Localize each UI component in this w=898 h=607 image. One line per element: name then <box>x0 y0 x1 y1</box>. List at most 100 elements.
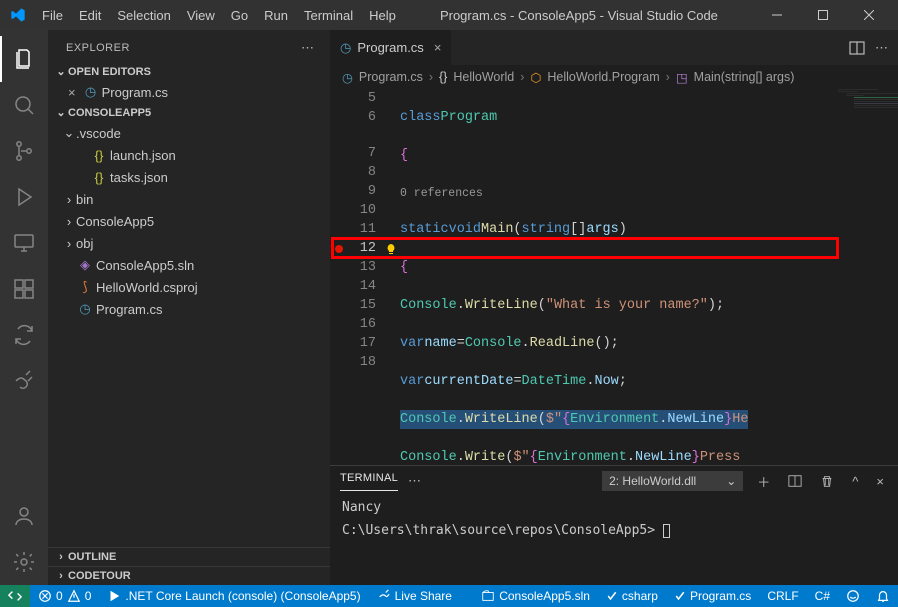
chevron-right-icon: › <box>54 551 68 563</box>
csharp-file-icon: ◷ <box>340 40 351 56</box>
workspace-section[interactable]: ⌄ CONSOLEAPP5 <box>48 103 330 122</box>
menu-edit[interactable]: Edit <box>71 4 109 27</box>
activity-source-control-icon[interactable] <box>0 128 48 174</box>
namespace-icon: {} <box>439 70 447 84</box>
terminal-tab[interactable]: TERMINAL <box>340 472 398 491</box>
menu-terminal[interactable]: Terminal <box>296 4 361 27</box>
chevron-down-icon: ⌄ <box>54 65 68 78</box>
liveshare-item[interactable]: Live Share <box>369 585 460 607</box>
activity-run-debug-icon[interactable] <box>0 174 48 220</box>
json-file-icon: {} <box>90 170 108 185</box>
menu-view[interactable]: View <box>179 4 223 27</box>
terminal-line: Nancy <box>342 500 886 515</box>
chevron-right-icon: › <box>62 192 76 207</box>
solution-item[interactable]: ConsoleApp5.sln <box>473 589 598 603</box>
status-bar: 0 0 .NET Core Launch (console) (ConsoleA… <box>0 585 898 607</box>
tree-file-launch-json[interactable]: {}launch.json <box>48 144 330 166</box>
tree-file-tasks-json[interactable]: {}tasks.json <box>48 166 330 188</box>
terminal-panel: TERMINAL ⋯ 2: HelloWorld.dll ⌄ ＋ ^ × Nan… <box>330 465 898 585</box>
breadcrumbs[interactable]: ◷ Program.cs› {} HelloWorld› ⬡ HelloWorl… <box>330 65 898 89</box>
panel-more-icon[interactable]: ⋯ <box>408 473 421 489</box>
tree-file-csproj[interactable]: ⟆HelloWorld.csproj <box>48 276 330 298</box>
tree-folder-bin[interactable]: ›bin <box>48 188 330 210</box>
breakpoint-icon[interactable] <box>330 239 348 258</box>
debug-config-item[interactable]: .NET Core Launch (console) (ConsoleApp5) <box>99 585 368 607</box>
close-tab-icon[interactable]: × <box>434 40 442 55</box>
chevron-right-icon: › <box>54 570 68 582</box>
terminal-line: C:\Users\thrak\source\repos\ConsoleApp5> <box>342 523 886 538</box>
tree-file-program-cs[interactable]: ◷Program.cs <box>48 298 330 320</box>
activity-settings-icon[interactable] <box>0 539 48 585</box>
title-bar: File Edit Selection View Go Run Terminal… <box>0 0 898 30</box>
codelens-references[interactable]: 0 references <box>400 184 483 201</box>
file-tree: ⌄.vscode {}launch.json {}tasks.json ›bin… <box>48 122 330 320</box>
code-editor[interactable]: 5 6 7 8 9 10 11 12 13 14 15 16 17 18 cla… <box>330 89 898 465</box>
feedback-icon[interactable] <box>838 589 868 603</box>
terminal-selector[interactable]: 2: HelloWorld.dll ⌄ <box>602 471 743 491</box>
close-panel-button[interactable]: × <box>872 472 888 491</box>
chevron-right-icon: › <box>62 236 76 251</box>
open-editors-section[interactable]: ⌄ OPEN EDITORS <box>48 62 330 81</box>
tree-folder-vscode[interactable]: ⌄.vscode <box>48 122 330 144</box>
activity-account-icon[interactable] <box>0 493 48 539</box>
language-server-item[interactable]: csharp <box>598 589 666 603</box>
split-terminal-button[interactable] <box>784 472 806 490</box>
eol-item[interactable]: CRLF <box>759 589 806 603</box>
open-editor-item[interactable]: × ◷ Program.cs <box>48 81 330 103</box>
sidebar-title: EXPLORER <box>66 42 295 54</box>
language-mode-item[interactable]: C# <box>807 589 838 603</box>
csharp-file-icon: ◷ <box>76 301 94 317</box>
window-minimize-button[interactable] <box>754 0 800 30</box>
tree-folder-obj[interactable]: ›obj <box>48 232 330 254</box>
activity-bar <box>0 30 48 585</box>
problems-indicator[interactable]: 0 0 <box>30 585 99 607</box>
editor-more-icon[interactable]: ⋯ <box>875 40 888 56</box>
sidebar-more-button[interactable]: ⋯ <box>295 38 320 58</box>
lightbulb-icon[interactable] <box>382 239 400 258</box>
chevron-down-icon: ⌄ <box>62 125 76 141</box>
activity-sync-icon[interactable] <box>0 312 48 358</box>
tree-folder-consoleapp5[interactable]: ›ConsoleApp5 <box>48 210 330 232</box>
notifications-icon[interactable] <box>868 589 898 603</box>
terminal-body[interactable]: Nancy C:\Users\thrak\source\repos\Consol… <box>330 496 898 585</box>
terminal-cursor <box>663 524 670 538</box>
menu-selection[interactable]: Selection <box>109 4 178 27</box>
method-icon: ◳ <box>676 70 688 85</box>
editor-tab-label: Program.cs <box>357 40 423 55</box>
active-file-item[interactable]: Program.cs <box>666 589 759 603</box>
menu-help[interactable]: Help <box>361 4 404 27</box>
close-editor-icon[interactable]: × <box>62 85 82 100</box>
json-file-icon: {} <box>90 148 108 163</box>
menu-run[interactable]: Run <box>256 4 296 27</box>
window-close-button[interactable] <box>846 0 892 30</box>
solution-file-icon: ◈ <box>76 257 94 273</box>
split-editor-icon[interactable] <box>849 40 865 56</box>
window-title: Program.cs - ConsoleApp5 - Visual Studio… <box>404 8 754 23</box>
window-maximize-button[interactable] <box>800 0 846 30</box>
csproj-file-icon: ⟆ <box>76 279 94 295</box>
activity-explorer-icon[interactable] <box>0 36 48 82</box>
activity-extensions-icon[interactable] <box>0 266 48 312</box>
remote-indicator[interactable] <box>0 585 30 607</box>
explorer-sidebar: EXPLORER ⋯ ⌄ OPEN EDITORS × ◷ Program.cs… <box>48 30 330 585</box>
maximize-panel-button[interactable]: ^ <box>848 472 862 491</box>
new-terminal-button[interactable]: ＋ <box>753 470 774 493</box>
chevron-down-icon: ⌄ <box>726 474 736 488</box>
class-icon: ⬡ <box>530 70 541 85</box>
chevron-right-icon: › <box>62 214 76 229</box>
codetour-section[interactable]: ›CODETOUR <box>48 566 330 585</box>
activity-remote-explorer-icon[interactable] <box>0 220 48 266</box>
csharp-file-icon: ◷ <box>342 70 353 85</box>
editor-tabs: ◷ Program.cs × ⋯ <box>330 30 898 65</box>
menu-go[interactable]: Go <box>223 4 256 27</box>
csharp-file-icon: ◷ <box>82 84 100 100</box>
activity-liveshare-icon[interactable] <box>0 358 48 404</box>
kill-terminal-button[interactable] <box>816 472 838 490</box>
editor-area: ◷ Program.cs × ⋯ ◷ Program.cs› {} HelloW… <box>330 30 898 585</box>
tree-file-sln[interactable]: ◈ConsoleApp5.sln <box>48 254 330 276</box>
activity-search-icon[interactable] <box>0 82 48 128</box>
chevron-down-icon: ⌄ <box>54 106 68 119</box>
editor-tab-program-cs[interactable]: ◷ Program.cs × <box>330 30 452 65</box>
outline-section[interactable]: ›OUTLINE <box>48 547 330 566</box>
menu-file[interactable]: File <box>34 4 71 27</box>
